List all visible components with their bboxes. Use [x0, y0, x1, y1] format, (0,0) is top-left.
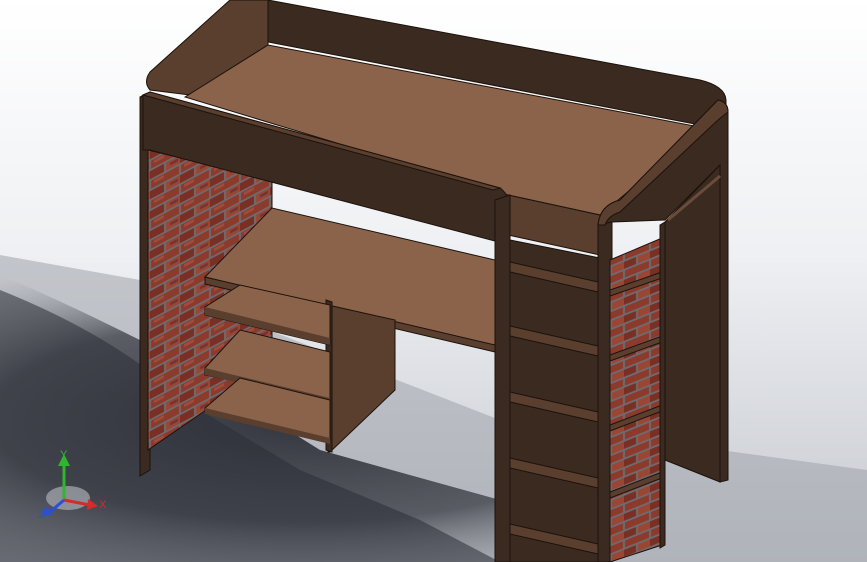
ladder-left-rail[interactable]: [494, 194, 511, 562]
bookcase-side[interactable]: [659, 221, 666, 549]
cad-viewport[interactable]: Y X Z: [0, 0, 867, 562]
triad-y-label: Y: [60, 449, 68, 461]
triad-x-label: X: [99, 499, 107, 511]
model-canvas[interactable]: Y X Z: [0, 0, 867, 562]
triad-z-label: Z: [38, 509, 45, 521]
triad-base: [46, 486, 90, 510]
